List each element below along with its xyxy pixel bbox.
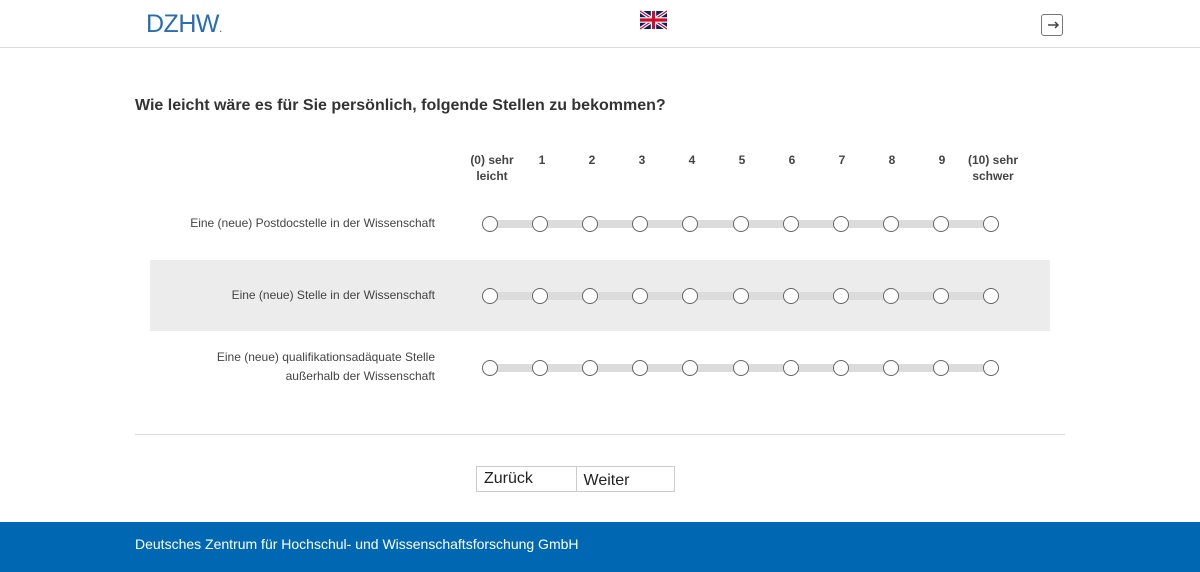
header-bar: DZHW. [0, 0, 1200, 48]
scale-label-1: 1 [538, 153, 546, 167]
scale-radio-1[interactable] [532, 288, 549, 304]
scale-label-5: 5 [738, 153, 746, 167]
scale-radio-4[interactable] [682, 288, 699, 304]
scale-radio-1[interactable] [532, 216, 549, 232]
scale-label-0-line2: leicht [476, 169, 508, 183]
question-text: Wie leicht wäre es für Sie persönlich, f… [135, 97, 666, 114]
scale-radio-0[interactable] [482, 288, 498, 304]
scale-label-6: 6 [788, 153, 796, 167]
scale-radio-10[interactable] [983, 288, 999, 304]
scale-label-10-line1: (10) sehr [967, 153, 1019, 167]
logo-text: DZHW [146, 10, 219, 38]
scale-radio-0[interactable] [482, 360, 498, 376]
scale-radio-9[interactable] [932, 360, 949, 376]
footer-bar: Deutsches Zentrum für Hochschul- und Wis… [0, 522, 1200, 572]
scale-radio-8[interactable] [882, 360, 899, 376]
scale-radio-2[interactable] [582, 216, 599, 232]
scale-label-0: (0) sehr leicht [466, 152, 518, 184]
scale-radio-5[interactable] [732, 288, 749, 304]
scale-radio-9[interactable] [932, 216, 949, 232]
scale-radio-10[interactable] [983, 360, 999, 376]
scale-radio-5[interactable] [732, 360, 749, 376]
scale-radio-9[interactable] [932, 288, 949, 304]
scale-radio-7[interactable] [832, 288, 849, 304]
scale-label-10-line2: schwer [972, 169, 1014, 183]
scale-label-10: (10) sehr schwer [962, 152, 1024, 184]
dzhw-logo[interactable]: DZHW. [146, 10, 222, 39]
scale-radio-8[interactable] [882, 216, 899, 232]
scale-radio-3[interactable] [632, 288, 649, 304]
divider [135, 434, 1065, 435]
scale-radio-5[interactable] [732, 216, 749, 232]
scale-radio-2[interactable] [582, 360, 599, 376]
next-button[interactable]: Weiter [575, 467, 674, 491]
matrix-row-science: Eine (neue) Stelle in der Wissenschaft [150, 260, 1050, 331]
scale-label-9: 9 [938, 153, 946, 167]
row-label: Eine (neue) Stelle in der Wissenschaft [231, 288, 435, 302]
scale-radio-6[interactable] [782, 216, 799, 232]
scale-label-4: 4 [688, 153, 696, 167]
row-label: Eine (neue) Postdocstelle in der Wissens… [190, 216, 435, 230]
back-button[interactable]: Zurück [477, 467, 576, 491]
navigation-buttons: Zurück Weiter [476, 466, 675, 492]
row-label-line2: außerhalb der Wissenschaft [285, 369, 435, 383]
scale-radio-7[interactable] [832, 216, 849, 232]
scale-radio-2[interactable] [582, 288, 599, 304]
scale-radio-4[interactable] [682, 360, 699, 376]
scale-radio-4[interactable] [682, 216, 699, 232]
uk-flag-icon[interactable] [639, 9, 668, 31]
matrix-row-outside: Eine (neue) qualifikationsadäquate Stell… [150, 332, 1050, 403]
scale-radio-6[interactable] [782, 288, 799, 304]
scale-radio-1[interactable] [532, 360, 549, 376]
matrix-row-postdoc: Eine (neue) Postdocstelle in der Wissens… [150, 188, 1050, 259]
scale-radio-6[interactable] [782, 360, 799, 376]
scale-radio-3[interactable] [632, 216, 649, 232]
scale-radio-7[interactable] [832, 360, 849, 376]
scale-label-3: 3 [638, 153, 646, 167]
scale-radio-3[interactable] [632, 360, 649, 376]
row-label: Eine (neue) qualifikationsadäquate Stell… [155, 348, 435, 386]
row-label-line1: Eine (neue) qualifikationsadäquate Stell… [216, 350, 435, 364]
scale-label-0-line1: (0) sehr [470, 153, 514, 167]
scale-label-7: 7 [838, 153, 846, 167]
logo-dot: . [218, 21, 222, 35]
logout-icon[interactable] [1041, 14, 1063, 36]
scale-radio-10[interactable] [983, 216, 999, 232]
scale-label-2: 2 [588, 153, 596, 167]
scale-radio-0[interactable] [482, 216, 498, 232]
scale-radio-8[interactable] [882, 288, 899, 304]
footer-text: Deutsches Zentrum für Hochschul- und Wis… [135, 536, 579, 552]
scale-label-8: 8 [888, 153, 896, 167]
